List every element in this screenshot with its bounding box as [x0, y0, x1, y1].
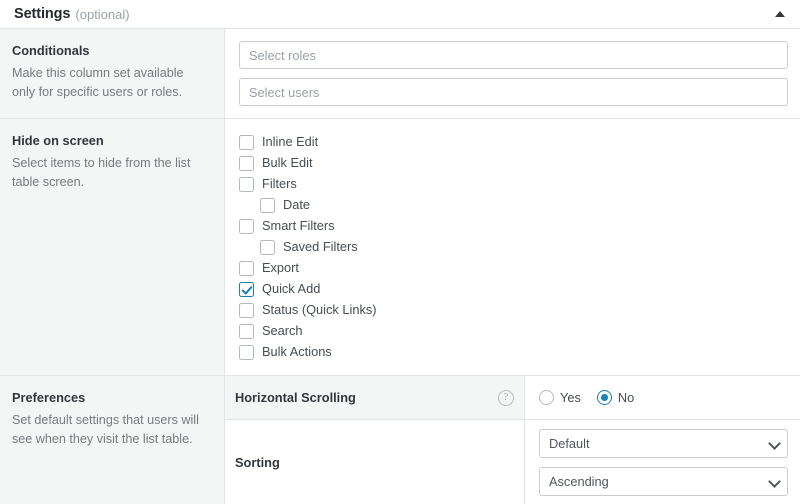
- hide-on-screen-checkbox-row[interactable]: Bulk Actions: [239, 342, 788, 363]
- hide-on-screen-checkbox-label: Search: [262, 322, 303, 338]
- sorting-column-select-wrap: Default: [539, 429, 788, 458]
- checkbox-checked-icon[interactable]: [239, 281, 254, 297]
- checkbox-unchecked-icon[interactable]: [239, 302, 254, 318]
- checkbox-unchecked-icon[interactable]: [260, 239, 275, 255]
- conditionals-title: Conditionals: [12, 43, 90, 58]
- sorting-label-cell: Sorting: [225, 420, 525, 504]
- hide-on-screen-checkbox-label: Smart Filters: [262, 217, 335, 233]
- hide-on-screen-checkbox-label: Date: [283, 196, 311, 212]
- page-title: Settings: [14, 6, 71, 22]
- sorting-order-select[interactable]: Ascending: [539, 467, 788, 496]
- hide-on-screen-checkbox-row[interactable]: Saved Filters: [239, 237, 788, 258]
- hide-on-screen-checkbox-label: Bulk Edit: [262, 154, 313, 170]
- horizontal-scrolling-body-cell: Yes No: [525, 376, 800, 419]
- checkbox-unchecked-icon[interactable]: [239, 176, 254, 192]
- checkbox-unchecked-icon[interactable]: [239, 260, 254, 276]
- hide-on-screen-checkbox-label: Status (Quick Links): [262, 301, 377, 317]
- horizontal-scrolling-radio-yes[interactable]: Yes: [539, 390, 581, 405]
- preferences-table: Horizontal Scrolling ? Yes No Sorting Def…: [225, 376, 800, 504]
- radio-label: Yes: [560, 390, 581, 405]
- conditionals-description: Make this column set available only for …: [12, 66, 184, 99]
- preference-row-sorting: Sorting Default Ascending: [225, 420, 800, 504]
- hide-on-screen-checkbox-label: Bulk Actions: [262, 343, 332, 359]
- preferences-title: Preferences: [12, 390, 86, 405]
- checkbox-unchecked-icon[interactable]: [260, 197, 275, 213]
- settings-row-preferences: Preferences Set default settings that us…: [0, 376, 800, 504]
- hide-on-screen-checkbox-label: Filters: [262, 175, 297, 191]
- settings-row-hide-on-screen: Hide on screen Select items to hide from…: [0, 119, 800, 376]
- settings-row-conditionals: Conditionals Make this column set availa…: [0, 29, 800, 119]
- preferences-description: Set default settings that users will see…: [12, 413, 199, 446]
- hide-on-screen-body-cell: Inline Edit Bulk Edit Filters Date Smart Fil…: [225, 119, 800, 375]
- hide-on-screen-checkbox-label: Quick Add: [262, 280, 321, 296]
- hide-on-screen-checkbox-row[interactable]: Bulk Edit: [239, 153, 788, 174]
- settings-panel-header: Settings (optional): [0, 0, 800, 29]
- hide-on-screen-checkbox-row[interactable]: Status (Quick Links): [239, 300, 788, 321]
- hide-on-screen-checkbox-row[interactable]: Date: [239, 195, 788, 216]
- hide-on-screen-checkbox-label: Saved Filters: [283, 238, 358, 254]
- sorting-column-select[interactable]: Default: [539, 429, 788, 458]
- hide-on-screen-checkbox-row[interactable]: Smart Filters: [239, 216, 788, 237]
- hide-on-screen-description: Select items to hide from the list table…: [12, 156, 191, 189]
- hide-on-screen-checkbox-row[interactable]: Quick Add: [239, 279, 788, 300]
- hide-on-screen-label-cell: Hide on screen Select items to hide from…: [0, 119, 225, 375]
- radio-unselected-icon[interactable]: [539, 390, 554, 405]
- collapse-panel-button[interactable]: [772, 6, 788, 22]
- hide-on-screen-checkbox-label: Export: [262, 259, 299, 275]
- hide-on-screen-checkbox-row[interactable]: Search: [239, 321, 788, 342]
- question-mark-icon[interactable]: ?: [498, 389, 514, 406]
- sorting-label: Sorting: [235, 455, 280, 470]
- conditionals-body-cell: [225, 29, 800, 118]
- hide-on-screen-checkbox-row[interactable]: Filters: [239, 174, 788, 195]
- checkbox-unchecked-icon[interactable]: [239, 155, 254, 171]
- page-title-optional-tag: (optional): [75, 6, 130, 22]
- radio-label: No: [617, 390, 635, 405]
- checkbox-unchecked-icon[interactable]: [239, 218, 254, 234]
- select-roles-input[interactable]: [239, 41, 788, 69]
- checkbox-unchecked-icon[interactable]: [239, 134, 254, 150]
- preferences-label-cell: Preferences Set default settings that us…: [0, 376, 225, 504]
- preferences-body-cell: Horizontal Scrolling ? Yes No Sorting Def…: [225, 376, 800, 504]
- hide-on-screen-title: Hide on screen: [12, 133, 104, 148]
- sorting-order-select-wrap: Ascending: [539, 467, 788, 496]
- horizontal-scrolling-radio-group: Yes No: [539, 390, 650, 405]
- checkbox-unchecked-icon[interactable]: [239, 323, 254, 339]
- hide-on-screen-checkbox-label: Inline Edit: [262, 133, 319, 149]
- hide-on-screen-checkbox-row[interactable]: Export: [239, 258, 788, 279]
- horizontal-scrolling-label-cell: Horizontal Scrolling ?: [225, 376, 525, 419]
- preference-row-horizontal-scrolling: Horizontal Scrolling ? Yes No: [225, 376, 800, 420]
- checkbox-unchecked-icon[interactable]: [239, 344, 254, 360]
- select-users-input[interactable]: [239, 78, 788, 106]
- sorting-body-cell: Default Ascending: [525, 420, 800, 504]
- hide-on-screen-checkbox-row[interactable]: Inline Edit: [239, 132, 788, 153]
- radio-selected-icon[interactable]: [596, 390, 612, 405]
- conditionals-label-cell: Conditionals Make this column set availa…: [0, 29, 225, 118]
- hide-on-screen-checkbox-list: Inline Edit Bulk Edit Filters Date Smart Fil…: [239, 131, 788, 363]
- horizontal-scrolling-radio-no[interactable]: No: [596, 390, 635, 405]
- triangle-up-icon: [775, 11, 785, 17]
- horizontal-scrolling-label: Horizontal Scrolling: [235, 390, 356, 405]
